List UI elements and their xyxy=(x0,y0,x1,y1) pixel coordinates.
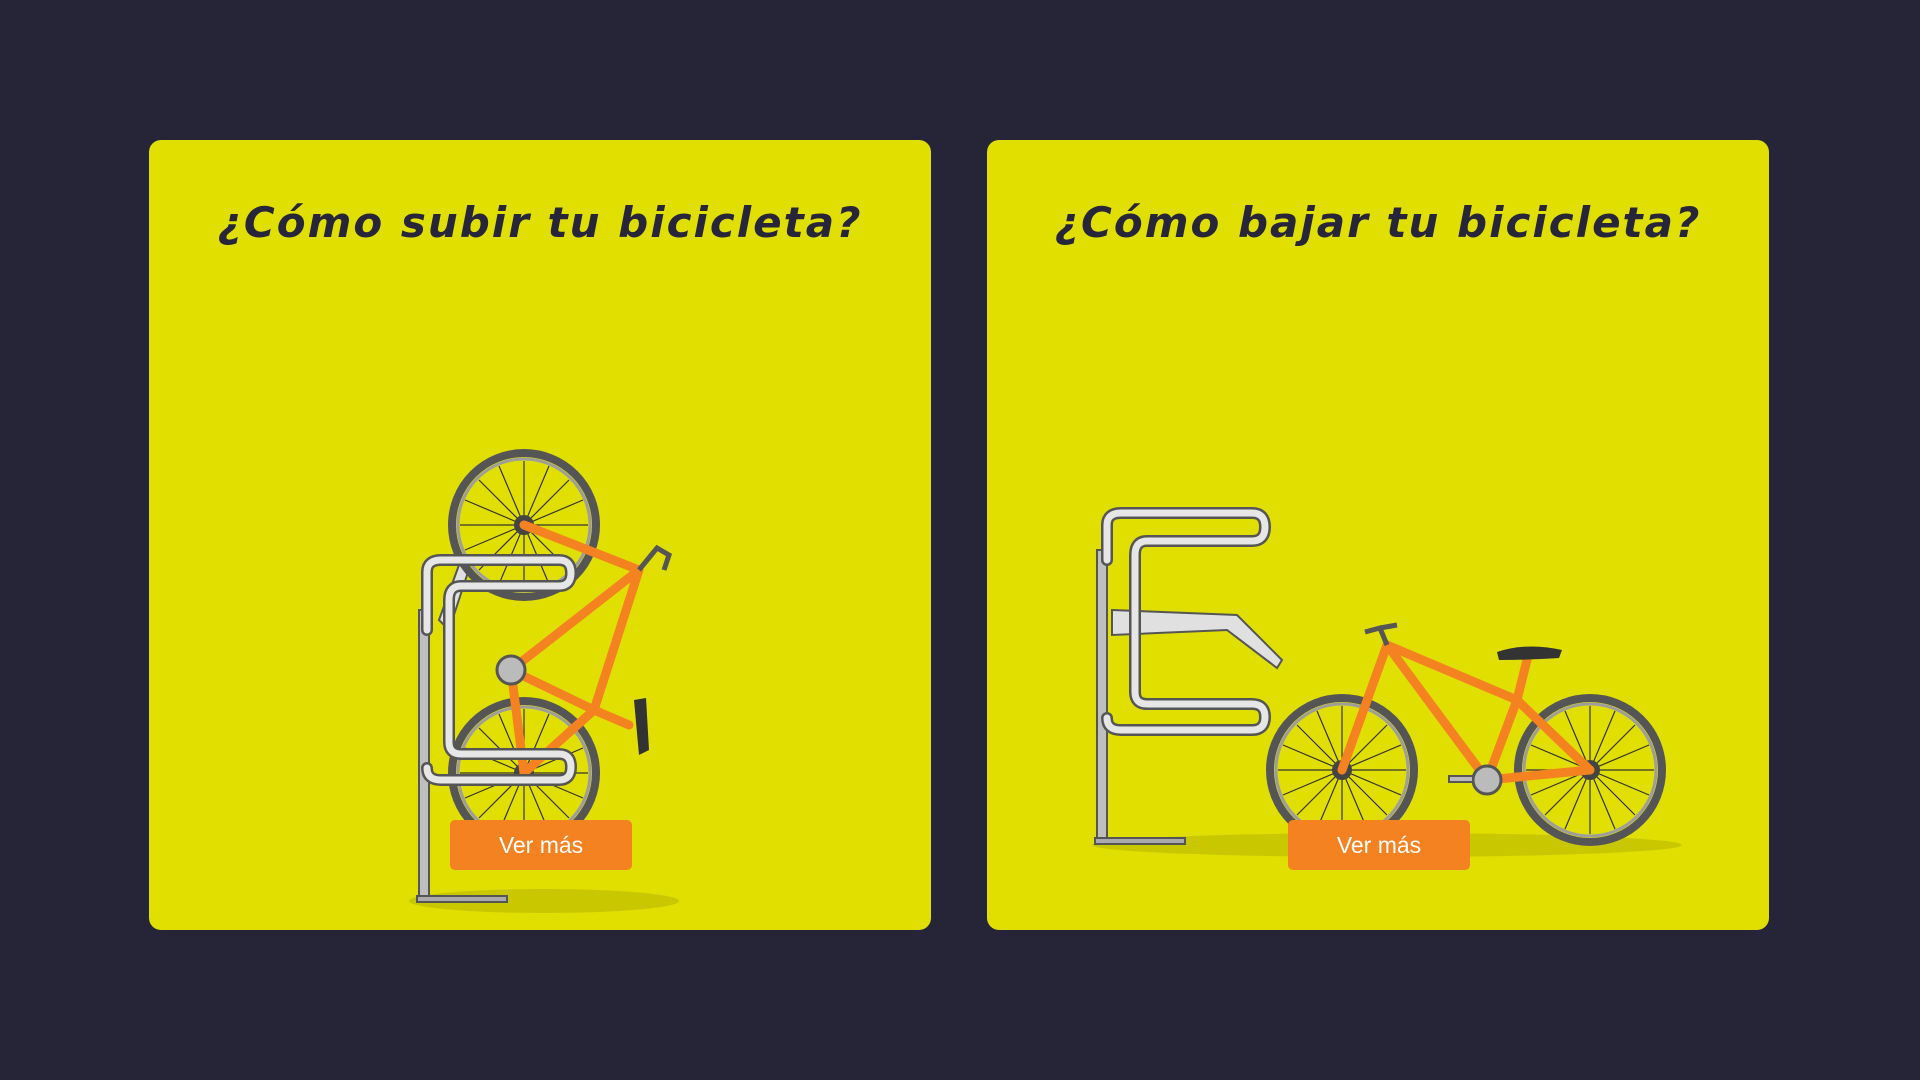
card-bajar: ¿Cómo bajar tu bicicleta? Ver más xyxy=(987,140,1769,930)
crank xyxy=(1471,764,1503,796)
pedal xyxy=(1448,775,1474,783)
handlebar xyxy=(1364,622,1398,646)
ver-mas-button[interactable]: Ver más xyxy=(450,820,632,870)
card-title: ¿Cómo bajar tu bicicleta? xyxy=(1054,198,1702,247)
card-title: ¿Cómo subir tu bicicleta? xyxy=(217,198,863,247)
rack-post xyxy=(1096,549,1108,839)
rack-base xyxy=(416,895,508,903)
bike-seat xyxy=(634,698,649,755)
bike-seat xyxy=(1497,646,1562,660)
rack-base xyxy=(1094,837,1186,845)
handlebar xyxy=(637,544,673,572)
ver-mas-button[interactable]: Ver más xyxy=(1288,820,1470,870)
card-subir: ¿Cómo subir tu bicicleta? Ver más xyxy=(149,140,931,930)
crank xyxy=(495,654,527,686)
rack-post xyxy=(418,609,430,897)
